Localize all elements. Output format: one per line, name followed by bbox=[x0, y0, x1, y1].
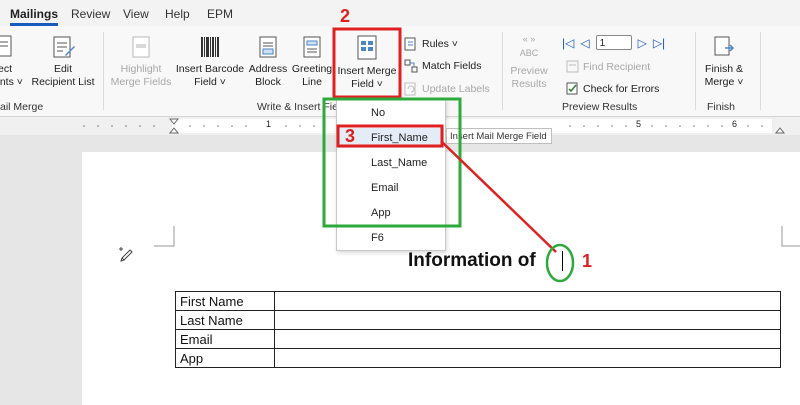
step-label-3: 3 bbox=[345, 126, 356, 146]
highlight-box-insert-merge bbox=[332, 27, 402, 99]
step-label-1: 1 bbox=[582, 251, 593, 271]
step-label-2: 2 bbox=[340, 6, 351, 26]
annotation-overlay bbox=[322, 27, 575, 283]
highlight-circle-cursor bbox=[545, 243, 575, 283]
highlight-box-fields-list bbox=[322, 97, 462, 228]
